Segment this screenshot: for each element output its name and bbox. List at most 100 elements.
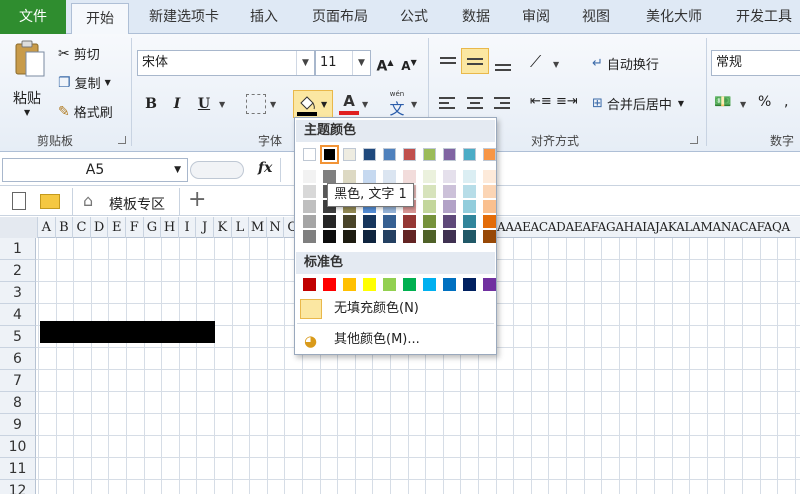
tab-file[interactable]: 文件 [0,0,66,34]
theme-shade-swatch[interactable] [423,215,436,228]
row-header-5[interactable]: 5 [0,326,36,348]
tab-beautify[interactable]: 美化大师 [634,0,714,34]
column-header-C[interactable]: C [73,217,91,238]
add-sheet-button[interactable]: + [188,187,206,212]
underline-button[interactable]: U [193,93,215,115]
theme-shade-swatch[interactable] [483,170,496,183]
tab-developer[interactable]: 开发工具 [728,0,800,34]
theme-shade-swatch[interactable] [303,185,316,198]
theme-shade-swatch[interactable] [463,215,476,228]
theme-shade-swatch[interactable] [323,215,336,228]
theme-shade-swatch[interactable] [323,170,336,183]
cut-button[interactable]: ✂ 剪切 [58,44,100,64]
theme-color-swatch[interactable] [423,148,436,161]
tab-view[interactable]: 视图 [572,0,620,34]
theme-shade-swatch[interactable] [343,230,356,243]
column-header-H[interactable]: H [161,217,179,238]
column-header-J[interactable]: J [196,217,214,238]
orientation-icon[interactable]: ⟋ [530,52,541,72]
font-size-select[interactable]: 11 ▼ [315,50,371,76]
column-header-E[interactable]: E [108,217,126,238]
column-header-I[interactable]: I [179,217,197,238]
theme-shade-swatch[interactable] [423,230,436,243]
grow-font-button[interactable]: A▲ [374,52,396,75]
standard-color-swatch[interactable] [463,278,476,291]
theme-shade-swatch[interactable] [443,185,456,198]
no-fill-item[interactable]: 无填充颜色(N) [296,296,495,322]
row-header-7[interactable]: 7 [0,370,36,392]
theme-shade-swatch[interactable] [383,170,396,183]
theme-shade-swatch[interactable] [483,200,496,213]
increase-indent-icon[interactable]: ≡⇥ [556,94,578,109]
theme-shade-swatch[interactable] [483,215,496,228]
standard-color-swatch[interactable] [403,278,416,291]
theme-shade-swatch[interactable] [463,230,476,243]
phonetic-button[interactable]: wén 文 [385,90,409,118]
theme-shade-swatch[interactable] [463,200,476,213]
wrap-text-button[interactable]: ↵ 自动换行 [592,54,659,73]
row-header-10[interactable]: 10 [0,436,36,458]
theme-color-swatch[interactable] [403,148,416,161]
column-header-K[interactable]: K [214,217,232,238]
theme-shade-swatch[interactable] [403,215,416,228]
row-header-12[interactable]: 12 [0,480,36,494]
dialog-launcher-icon[interactable] [118,136,126,144]
theme-color-swatch[interactable] [363,148,376,161]
theme-shade-swatch[interactable] [423,200,436,213]
theme-color-swatch[interactable] [463,148,476,161]
folder-icon[interactable] [40,194,60,209]
italic-button[interactable]: I [166,93,188,115]
theme-shade-swatch[interactable] [303,230,316,243]
decrease-indent-icon[interactable]: ⇤≡ [530,94,552,109]
percent-button[interactable]: % [758,94,771,110]
font-color-button[interactable]: A [339,92,359,116]
formula-zoom-slider[interactable] [190,161,244,179]
selected-black-range[interactable] [40,321,215,343]
standard-color-swatch[interactable] [383,278,396,291]
column-header-L[interactable]: L [232,217,250,238]
row-header-3[interactable]: 3 [0,282,36,304]
theme-shade-swatch[interactable] [443,230,456,243]
theme-shade-swatch[interactable] [303,170,316,183]
theme-color-swatch[interactable] [443,148,456,161]
column-header-F[interactable]: F [126,217,144,238]
copy-button[interactable]: ❐ 复制 ▼ [58,73,111,93]
number-format-select[interactable]: 常规 [711,50,800,76]
standard-color-swatch[interactable] [483,278,496,291]
column-header-G[interactable]: G [144,217,162,238]
align-center-button[interactable] [464,94,486,114]
theme-color-swatch[interactable] [343,148,356,161]
function-icon[interactable]: fx [258,160,272,176]
tab-review[interactable]: 审阅 [512,0,560,34]
column-header-N[interactable]: N [267,217,285,238]
shrink-font-button[interactable]: A▼ [398,52,420,74]
currency-icon[interactable]: 💵 [714,94,731,110]
row-header-1[interactable]: 1 [0,238,36,260]
template-tab[interactable]: ⌂ 模板专区 [72,188,180,216]
tab-new-tab[interactable]: 新建选项卡 [138,0,230,34]
align-bottom-button[interactable] [492,54,514,72]
column-header-M[interactable]: M [249,217,267,238]
theme-color-swatch[interactable] [383,148,396,161]
align-right-button[interactable] [491,94,513,114]
standard-color-swatch[interactable] [343,278,356,291]
column-header-D[interactable]: D [91,217,109,238]
theme-shade-swatch[interactable] [303,215,316,228]
standard-color-swatch[interactable] [303,278,316,291]
theme-color-swatch[interactable] [303,148,316,161]
tab-page-layout[interactable]: 页面布局 [304,0,376,34]
theme-shade-swatch[interactable] [323,230,336,243]
standard-color-swatch[interactable] [323,278,336,291]
more-colors-item[interactable]: ◕ 其他颜色(M)... [296,327,495,353]
column-header-B[interactable]: B [56,217,74,238]
theme-shade-swatch[interactable] [483,230,496,243]
tab-formulas[interactable]: 公式 [390,0,438,34]
theme-shade-swatch[interactable] [383,215,396,228]
row-header-4[interactable]: 4 [0,304,36,326]
align-top-button[interactable] [437,54,459,72]
tab-insert[interactable]: 插入 [240,0,288,34]
bold-button[interactable]: B [140,93,162,115]
column-header-A[interactable]: A [38,217,56,238]
tab-data[interactable]: 数据 [452,0,500,34]
theme-shade-swatch[interactable] [343,215,356,228]
